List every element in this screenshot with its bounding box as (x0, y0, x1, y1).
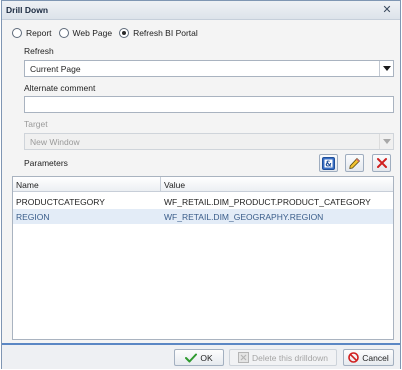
row-name: PRODUCTCATEGORY (16, 197, 105, 207)
cancel-button[interactable]: Cancel (343, 349, 394, 366)
radio-report[interactable]: Report (12, 28, 52, 38)
column-divider[interactable] (160, 177, 161, 192)
delete-drilldown-button: Delete this drilldown (229, 349, 337, 366)
chevron-down-icon (379, 134, 393, 149)
delete-drilldown-label: Delete this drilldown (251, 352, 329, 363)
add-parameter-icon: & (322, 156, 335, 170)
radio-report-label: Report (26, 28, 52, 38)
target-label: Target (24, 119, 48, 129)
ok-button[interactable]: OK (174, 349, 224, 366)
radio-web-page-label: Web Page (72, 28, 113, 38)
parameters-label: Parameters (24, 158, 68, 168)
delete-parameter-button[interactable] (372, 154, 391, 172)
radio-refresh-bi-portal[interactable]: Refresh BI Portal (119, 28, 198, 38)
alternate-comment-input[interactable] (24, 96, 394, 113)
delete-x-icon (376, 158, 387, 168)
target-type-group: Report Web Page Refresh BI Portal (12, 27, 205, 39)
close-icon[interactable]: ✕ (380, 3, 394, 17)
radio-report-circle[interactable] (12, 28, 22, 38)
alternate-comment-label: Alternate comment (24, 83, 96, 93)
row-value: WF_RETAIL.DIM_GEOGRAPHY.REGION (164, 212, 324, 222)
refresh-select-value: Current Page (30, 64, 81, 74)
chevron-down-icon[interactable] (379, 61, 393, 76)
row-name: REGION (16, 212, 50, 222)
radio-refresh-bi-portal-circle[interactable] (119, 28, 130, 38)
refresh-select[interactable]: Current Page (24, 60, 394, 77)
drill-down-dialog: Drill Down ✕ Report Web Page Refresh BI … (1, 0, 401, 369)
edit-parameter-button[interactable] (345, 154, 364, 172)
row-value: WF_RETAIL.DIM_PRODUCT.PRODUCT_CATEGORY (164, 197, 371, 207)
dialog-footer: OK Delete this drilldown Cancel (2, 345, 400, 369)
column-header-name[interactable]: Name (16, 180, 39, 190)
cancel-label: Cancel (362, 352, 389, 363)
parameters-table: Name Value PRODUCTCATEGORY WF_RETAIL.DIM… (12, 176, 394, 340)
pencil-icon (349, 157, 361, 169)
refresh-label: Refresh (24, 46, 54, 56)
radio-refresh-bi-portal-label: Refresh BI Portal (133, 28, 198, 38)
radio-web-page-circle[interactable] (58, 28, 69, 38)
dialog-title: Drill Down (6, 5, 49, 15)
svg-text:&: & (325, 159, 332, 168)
delete-drilldown-icon (237, 352, 249, 363)
title-bar: Drill Down ✕ (2, 1, 400, 20)
radio-web-page[interactable]: Web Page (58, 28, 113, 38)
table-header: Name Value (13, 177, 393, 192)
cancel-icon (348, 352, 360, 363)
add-parameter-button[interactable]: & (319, 154, 338, 172)
target-select: New Window (24, 133, 394, 150)
column-header-value[interactable]: Value (164, 180, 185, 190)
check-icon (185, 353, 198, 363)
ok-label: OK (200, 352, 213, 363)
table-row[interactable]: PRODUCTCATEGORY WF_RETAIL.DIM_PRODUCT.PR… (13, 194, 393, 209)
table-row[interactable]: REGION WF_RETAIL.DIM_GEOGRAPHY.REGION (13, 209, 393, 224)
target-select-value: New Window (30, 137, 80, 147)
